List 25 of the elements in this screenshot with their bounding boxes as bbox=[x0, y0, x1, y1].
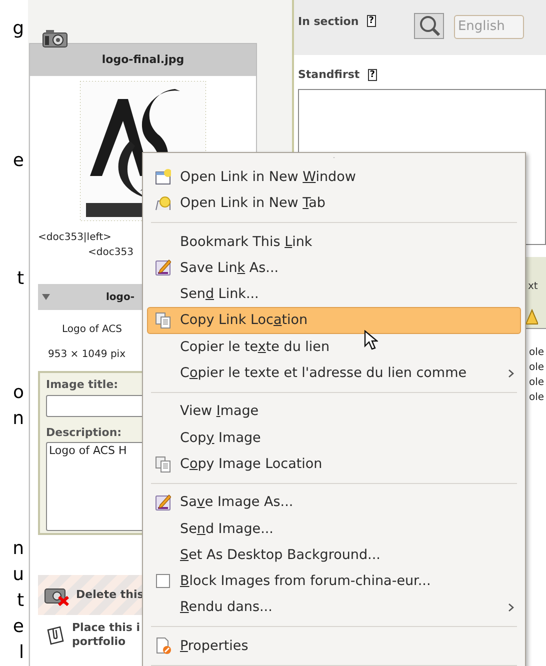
caption-text: Logo of ACS bbox=[62, 323, 122, 337]
section-label: In section bbox=[298, 14, 359, 30]
text-fragment: g bbox=[12, 18, 24, 40]
details-title: logo- bbox=[106, 290, 134, 304]
text-fragment: u bbox=[12, 564, 24, 586]
code-text: <doc353 bbox=[88, 246, 134, 260]
panel-text: ole bbox=[529, 360, 544, 374]
text-fragment: e bbox=[12, 616, 24, 638]
text-fragment: e bbox=[12, 150, 24, 172]
text-fragment: t bbox=[16, 268, 24, 290]
panel-text: ole bbox=[529, 390, 544, 404]
field-label: Image title: bbox=[46, 377, 118, 393]
text-fragment: n bbox=[12, 408, 24, 430]
code-text: <doc353|left> bbox=[38, 231, 112, 245]
panel-header: xt bbox=[528, 280, 538, 294]
dimensions-text: 953 × 1049 pix bbox=[48, 348, 126, 362]
text-fragment: o bbox=[12, 382, 24, 404]
field-label: Description: bbox=[46, 424, 122, 440]
text-fragment: n bbox=[12, 538, 24, 560]
card-title: logo-final.jpg bbox=[30, 44, 256, 76]
panel-text: ole bbox=[529, 346, 544, 360]
text-fragment: l bbox=[18, 642, 24, 664]
standfirst-label: Standfirst bbox=[298, 67, 360, 83]
panel-text: ole bbox=[529, 376, 544, 390]
text-fragment: t bbox=[16, 590, 24, 612]
